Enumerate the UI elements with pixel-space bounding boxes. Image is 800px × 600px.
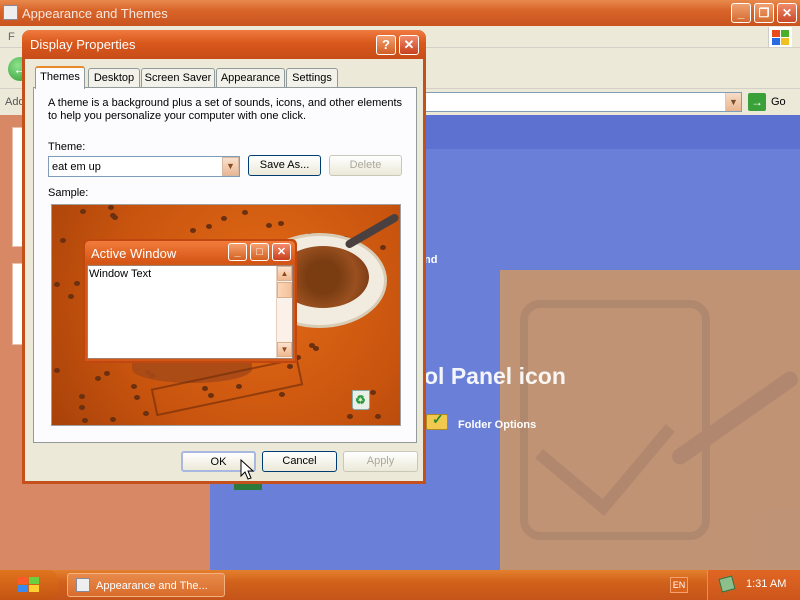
mouse-cursor-icon [240,459,255,480]
cereal-piece [108,205,114,210]
cereal-piece [80,209,86,214]
cereal-piece [206,224,212,229]
chevron-down-icon[interactable]: ▼ [222,157,239,176]
tab-themes[interactable]: Themes [35,66,85,89]
chevron-down-icon[interactable]: ▼ [725,93,741,111]
cereal-piece [74,281,80,286]
control-panel-icon [76,578,90,592]
sample-close-icon: ✕ [272,243,291,261]
scroll-up-icon: ▲ [277,266,292,281]
cereal-piece [79,405,85,410]
sample-active-window: Active Window _ □ ✕ Window Text ▲ ▼ [83,239,297,363]
system-tray: 1:31 AM [707,570,800,600]
cereal-piece [278,221,284,226]
close-button[interactable]: ✕ [777,3,797,23]
sample-wallpaper-spoon [344,212,400,250]
dialog-close-button[interactable]: ✕ [399,35,419,55]
theme-sample-preview: ♻ Active Window _ □ ✕ Window Text ▲ ▼ [51,204,401,426]
cereal-piece [347,414,353,419]
tab-desktop[interactable]: Desktop [88,68,140,88]
cereal-piece [104,371,110,376]
sample-window-text: Window Text [89,268,152,280]
cereal-piece [380,245,386,250]
restore-button[interactable]: ❐ [754,3,774,23]
cancel-button[interactable]: Cancel [262,451,337,472]
folder-options-label: Folder Options [458,419,537,431]
cereal-piece [190,228,196,233]
tab-screen-saver[interactable]: Screen Saver [141,68,215,88]
scroll-down-icon: ▼ [277,342,292,357]
theme-description: A theme is a background plus a set of so… [48,97,403,122]
clock[interactable]: 1:31 AM [746,578,786,590]
tab-strip: Themes Desktop Screen Saver Appearance S… [35,66,415,89]
cereal-piece [60,238,66,243]
save-as-button[interactable]: Save As... [248,155,321,176]
network-tray-icon[interactable] [718,575,736,593]
cereal-piece [242,210,248,215]
apply-button[interactable]: Apply [343,451,418,472]
go-arrow-icon: → [748,93,766,111]
address-input[interactable]: ▼ [420,92,742,112]
start-button[interactable] [0,570,58,600]
folder-options-icon: ✓ [424,410,450,432]
cereal-piece [82,418,88,423]
sample-minimize-icon: _ [228,243,247,261]
tab-appearance[interactable]: Appearance [216,68,285,88]
sample-window-titlebar: Active Window _ □ ✕ [85,241,295,263]
cereal-piece [266,223,272,228]
cereal-piece [134,395,140,400]
go-label: Go [771,96,786,108]
control-panel-watermark [500,270,800,570]
language-indicator[interactable]: EN [670,577,688,593]
pick-control-panel-heading: ol Panel icon [424,363,566,389]
menu-file-partial[interactable]: F [8,31,15,43]
cereal-piece [375,414,381,419]
cereal-piece [110,417,116,422]
cereal-piece [221,216,227,221]
taskbar-item-label: Appearance and The... [96,580,208,592]
cereal-piece [279,392,285,397]
cereal-piece [54,282,60,287]
sample-scrollbar: ▲ ▼ [276,266,292,358]
cereal-piece [131,384,137,389]
themes-panel: A theme is a background plus a set of so… [33,87,417,443]
sample-label: Sample: [48,187,89,199]
dialog-titlebar[interactable]: Display Properties ? ✕ [22,30,426,59]
windows-flag-icon [18,577,40,593]
explorer-titlebar[interactable]: Appearance and Themes _ ❐ ✕ [0,0,800,26]
cereal-piece [110,213,116,218]
cereal-piece [79,394,85,399]
theme-select-value: eat em up [52,161,101,173]
control-panel-icon [3,5,18,20]
dialog-title: Display Properties [30,37,136,52]
theme-select[interactable]: eat em up ▼ [48,156,240,177]
display-properties-dialog: Display Properties ? ✕ Themes Desktop Sc… [22,30,426,484]
explorer-title: Appearance and Themes [22,6,168,21]
taskbar: Appearance and The... EN 1:31 AM [0,570,800,600]
scroll-thumb [277,282,292,298]
minimize-button[interactable]: _ [731,3,751,23]
windows-logo-icon [768,27,792,47]
theme-label: Theme: [48,141,86,153]
sample-window-content: Window Text ▲ ▼ [87,265,293,359]
tab-settings[interactable]: Settings [286,68,338,88]
cereal-piece [309,343,315,348]
sample-window-title: Active Window [91,246,177,261]
cereal-piece [54,368,60,373]
go-button[interactable]: → Go [748,93,794,111]
help-button[interactable]: ? [376,35,396,55]
delete-button[interactable]: Delete [329,155,402,176]
hidden-task-text[interactable]: nd [424,254,437,266]
cereal-piece [68,294,74,299]
taskbar-item-appearance[interactable]: Appearance and The... [67,573,225,597]
cereal-piece [95,376,101,381]
recycle-bin-icon: ♻ [350,385,372,411]
sample-maximize-icon: □ [250,243,269,261]
cereal-piece [143,411,149,416]
